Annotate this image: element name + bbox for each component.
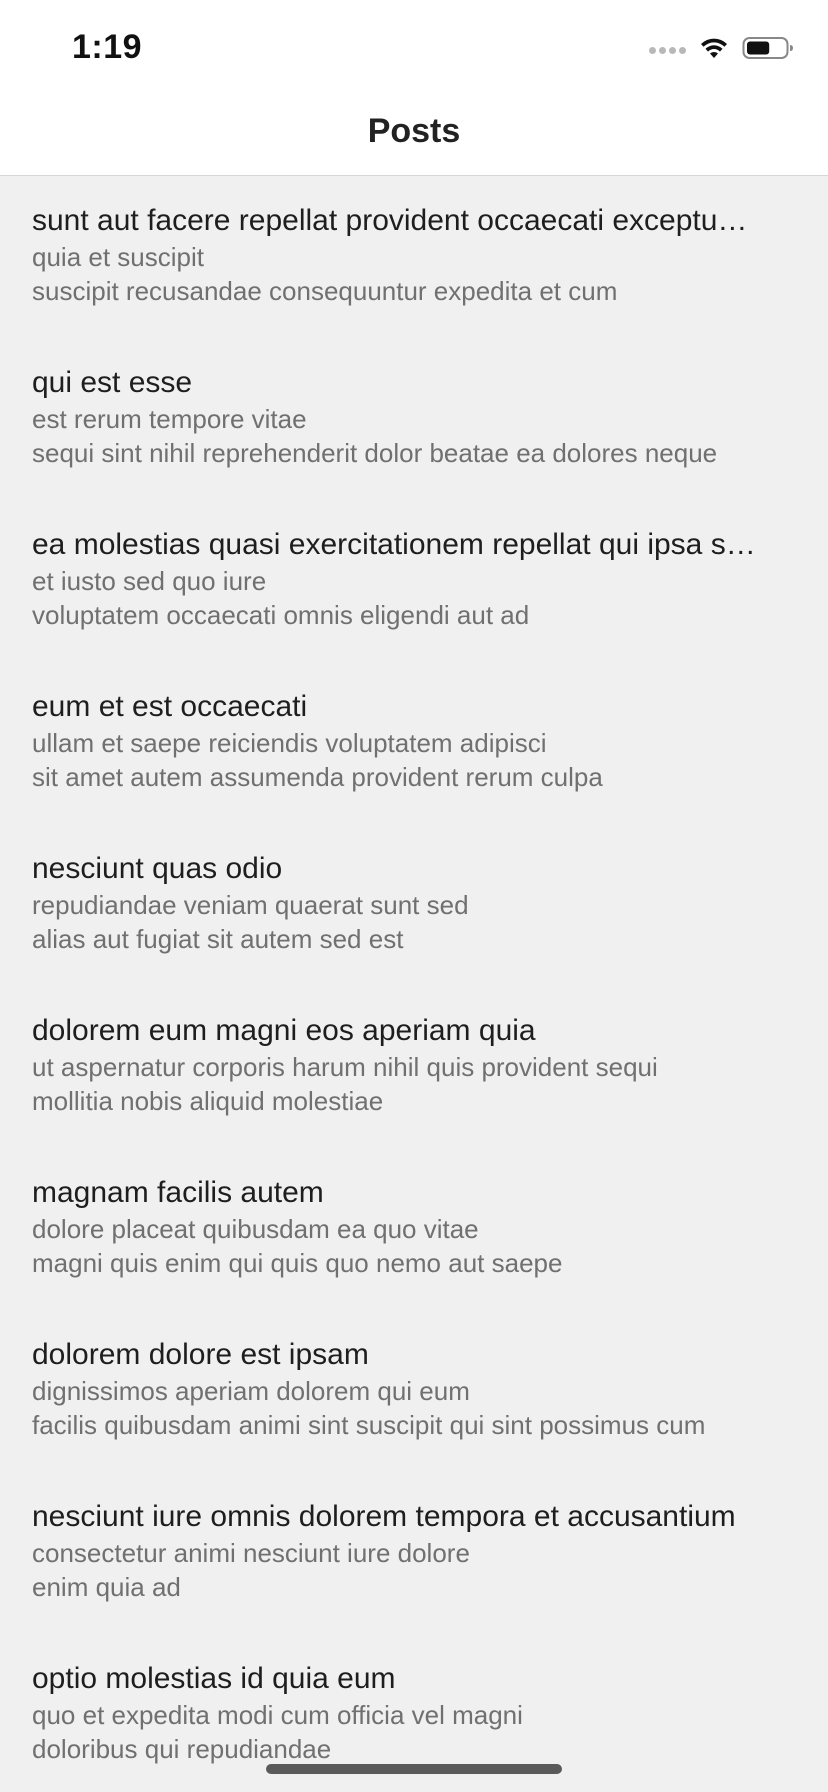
list-item[interactable]: eum et est occaecati ullam et saepe reic…	[0, 662, 828, 824]
post-body-line: facilis quibusdam animi sint suscipit qu…	[32, 1410, 706, 1440]
post-title: magnam facilis autem	[32, 1176, 324, 1209]
list-item[interactable]: nesciunt quas odio repudiandae veniam qu…	[0, 824, 828, 986]
navigation-bar: Posts	[0, 88, 828, 176]
post-body-line: dolore placeat quibusdam ea quo vitae	[32, 1214, 479, 1244]
post-body-line: alias aut fugiat sit autem sed est	[32, 924, 404, 954]
posts-list[interactable]: sunt aut facere repellat provident occae…	[0, 176, 828, 1792]
signal-dots-icon	[649, 47, 686, 54]
post-title: optio molestias id quia eum	[32, 1662, 396, 1695]
post-body-line: voluptatem occaecati omnis eligendi aut …	[32, 600, 530, 630]
post-body-line: est rerum tempore vitae	[32, 404, 307, 434]
post-body-line: sit amet autem assumenda provident rerum…	[32, 762, 603, 792]
post-body-line: quo et expedita modi cum officia vel mag…	[32, 1700, 523, 1730]
post-body-line: doloribus qui repudiandae	[32, 1734, 332, 1764]
list-item[interactable]: magnam facilis autem dolore placeat quib…	[0, 1148, 828, 1310]
post-title: qui est esse	[32, 366, 193, 399]
post-title: nesciunt quas odio	[32, 852, 283, 885]
post-body-line: quia et suscipit	[32, 242, 204, 272]
post-title: eum et est occaecati	[32, 690, 308, 723]
post-body-line: mollitia nobis aliquid molestiae	[32, 1086, 384, 1116]
post-title: dolorem dolore est ipsam	[32, 1338, 369, 1371]
list-item[interactable]: sunt aut facere repellat provident occae…	[0, 176, 828, 338]
wifi-icon	[698, 36, 730, 65]
post-title: dolorem eum magni eos aperiam quia	[32, 1014, 536, 1047]
post-body-line: enim quia ad	[32, 1572, 181, 1602]
post-body-line: suscipit recusandae consequuntur expedit…	[32, 276, 618, 306]
list-item[interactable]: nesciunt iure omnis dolorem tempora et a…	[0, 1472, 828, 1634]
list-item[interactable]: qui est esse est rerum tempore vitae seq…	[0, 338, 828, 500]
status-bar: 1:19	[0, 0, 828, 88]
page-title: Posts	[367, 112, 461, 150]
post-body-line: consectetur animi nesciunt iure dolore	[32, 1538, 470, 1568]
battery-icon	[742, 36, 794, 65]
post-body-line: repudiandae veniam quaerat sunt sed	[32, 890, 469, 920]
list-item[interactable]: dolorem dolore est ipsam dignissimos ape…	[0, 1310, 828, 1472]
post-body-line: sequi sint nihil reprehenderit dolor bea…	[32, 438, 718, 468]
list-item[interactable]: ea molestias quasi exercitationem repell…	[0, 500, 828, 662]
post-body-line: ullam et saepe reiciendis voluptatem adi…	[32, 728, 547, 758]
post-title: nesciunt iure omnis dolorem tempora et a…	[32, 1500, 736, 1533]
list-item[interactable]: dolorem eum magni eos aperiam quia ut as…	[0, 986, 828, 1148]
post-body-line: et iusto sed quo iure	[32, 566, 267, 596]
post-title: sunt aut facere repellat provident occae…	[32, 204, 748, 237]
post-body-line: dignissimos aperiam dolorem qui eum	[32, 1376, 470, 1406]
status-time: 1:19	[72, 28, 143, 66]
post-title: ea molestias quasi exercitationem repell…	[32, 528, 756, 561]
home-indicator[interactable]	[266, 1764, 562, 1774]
post-body-line: magni quis enim qui quis quo nemo aut sa…	[32, 1248, 563, 1278]
post-body-line: ut aspernatur corporis harum nihil quis …	[32, 1052, 658, 1082]
status-icons	[649, 36, 794, 65]
